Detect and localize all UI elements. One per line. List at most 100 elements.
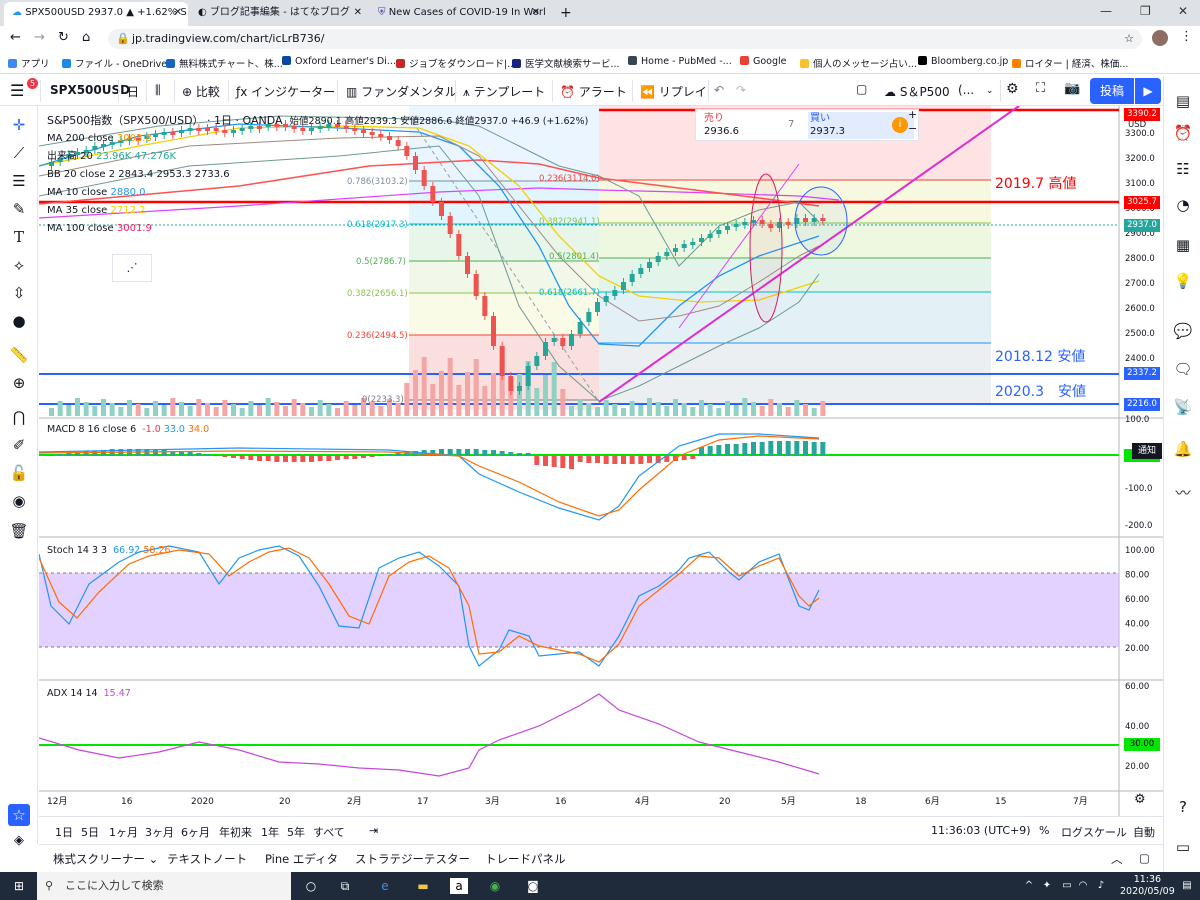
browser-menu-icon[interactable]: ⋮ — [1180, 29, 1193, 44]
browser-tab-tradingview[interactable]: ☁ SPX500USD 2937.0 ▲ +1.62% S ✕ — [4, 2, 188, 26]
watchlist-icon[interactable]: ▤ — [1172, 90, 1194, 112]
plus-qty-icon[interactable]: + — [908, 108, 917, 121]
templates-button[interactable]: ⩚ テンプレート — [463, 83, 545, 100]
range-all[interactable]: すべて — [313, 824, 345, 840]
range-5d[interactable]: 5日 — [81, 824, 99, 840]
messages-icon[interactable]: 🗨 — [1172, 358, 1194, 380]
edge-browser-icon[interactable]: e — [376, 878, 394, 894]
profile-avatar[interactable] — [1152, 30, 1168, 46]
text-tool-icon[interactable]: T — [8, 226, 30, 248]
legend-ma100[interactable]: MA 100 close 3001.9 — [47, 220, 588, 238]
close-tab-icon[interactable]: ✕ — [174, 2, 182, 24]
horizontal-lines-icon[interactable]: ☰ — [8, 170, 30, 192]
tray-dropbox-icon[interactable]: ✦ — [1038, 878, 1056, 894]
magnet-icon[interactable]: ⋂ — [8, 406, 30, 428]
browser-tab-covid[interactable]: ⛨ New Cases of COVID-19 In Worl ✕ — [370, 2, 546, 26]
bookmark-reuters[interactable]: ロイター | 経済、株価... — [1012, 56, 1128, 70]
range-1y[interactable]: 1年 — [261, 824, 279, 840]
time-axis[interactable]: 12月 16 2020 20 2月 17 3月 16 4月 20 5月 18 6月 15 7月 — [47, 796, 1088, 807]
tab-text-notes[interactable]: テキストノート — [167, 851, 247, 867]
macd-pane[interactable] — [38, 433, 1119, 521]
data-window-icon[interactable]: ☷ — [1172, 158, 1194, 180]
back-arrow-icon[interactable]: ← — [10, 30, 21, 45]
circle-icon[interactable]: ● — [8, 310, 30, 332]
sell-button[interactable]: 売り 2936.6 — [704, 112, 739, 138]
zoom-in-icon[interactable]: ⊕ — [8, 372, 30, 394]
streams-icon[interactable]: 📡 — [1172, 396, 1194, 418]
chevron-down-icon[interactable]: ⌄ — [986, 86, 994, 96]
fullscreen-square-icon[interactable]: ▢ — [856, 82, 867, 96]
task-view-icon[interactable]: ⧉ — [336, 878, 354, 894]
restore-icon[interactable]: ❐ — [1140, 4, 1151, 18]
home-icon[interactable]: ⌂ — [82, 30, 90, 45]
menu-icon[interactable]: ☰ — [10, 81, 24, 100]
crosshair-icon[interactable]: ✛ — [8, 114, 30, 136]
log-scale-toggle[interactable]: ログスケール — [1061, 824, 1127, 840]
post-idea-button[interactable]: 投稿 — [1090, 78, 1134, 104]
minimize-icon[interactable]: — — [1100, 4, 1112, 18]
legend-ma200[interactable]: MA 200 close 3003.8 — [47, 130, 588, 148]
minus-qty-icon[interactable]: − — [908, 122, 917, 135]
compare-button[interactable]: ⊕ 比較 — [182, 83, 220, 100]
indicators-button[interactable]: ƒx インジケーター — [236, 83, 335, 100]
legend-volume[interactable]: 出来高 20 23.96K 47.276K — [47, 148, 588, 166]
browser-tab-hatena[interactable]: ◐ ブログ記事編集 - はてなブログ ✕ — [190, 2, 368, 26]
alert-button[interactable]: ⏰ アラート — [560, 83, 627, 100]
range-3m[interactable]: 3ヶ月 — [145, 824, 174, 840]
settings-gear-icon[interactable]: ⚙ — [1006, 81, 1019, 97]
bookmark-stock-chart[interactable]: 無料株式チャート、株... — [166, 56, 283, 70]
candle-style-icon[interactable]: ⫼ — [155, 83, 161, 98]
calendar-icon[interactable]: ▦ — [1172, 234, 1194, 256]
macd-legend[interactable]: MACD 8 16 close 6 -1.0 33.0 34.0 — [47, 424, 209, 435]
tab-stock-screener[interactable]: 株式スクリーナー ⌄ — [53, 851, 158, 867]
legend-ma10[interactable]: MA 10 close 2880.0 — [47, 184, 588, 202]
publish-play-icon[interactable]: ▶ — [1135, 78, 1161, 104]
bookmark-medical[interactable]: 医学文献検索サービ... — [512, 56, 620, 70]
legend-ma35[interactable]: MA 35 close 2712.2 — [47, 202, 588, 220]
low-2018-annotation[interactable]: 2018.12 安値 — [995, 346, 1085, 366]
file-explorer-icon[interactable]: ▬ — [414, 878, 432, 894]
bookmark-fortune[interactable]: 個人のメッセージ占い... — [800, 56, 917, 70]
chat-icon[interactable]: 💬 — [1172, 320, 1194, 342]
favorites-star-icon[interactable]: ☆ — [8, 804, 30, 826]
stoch-pane[interactable] — [38, 545, 1119, 667]
tab-strategy-tester[interactable]: ストラテジーテスター — [355, 851, 470, 867]
bookmark-google[interactable]: Google — [740, 56, 787, 67]
bookmark-star-icon[interactable]: ☆ — [1124, 29, 1134, 49]
alarm-icon[interactable]: ⏰ — [1172, 122, 1194, 144]
camera-app-icon[interactable]: ◙ — [524, 878, 542, 894]
bookmark-pubmed[interactable]: Home - PubMed -... — [628, 56, 732, 67]
forward-arrow-icon[interactable]: → — [34, 30, 45, 45]
new-tab-button[interactable]: + — [552, 2, 574, 26]
range-ytd[interactable]: 年初来 — [219, 824, 252, 840]
cortana-circle-icon[interactable]: ○ — [302, 878, 320, 894]
draw-tool-float-icon[interactable]: ⋰ — [112, 254, 152, 282]
adx-legend[interactable]: ADX 14 14 15.47 — [47, 688, 131, 699]
legend-title[interactable]: S&P500指数（SPX500/USD） · 1日 · OANDA 始値2890… — [47, 112, 588, 130]
windows-start-icon[interactable]: ⊞ — [10, 878, 28, 894]
tray-volume-icon[interactable]: ♪ — [1092, 878, 1110, 894]
adx-pane[interactable] — [38, 693, 1119, 777]
chevron-up-icon[interactable]: ︿ — [1111, 851, 1123, 867]
lock-icon[interactable]: 🔓 — [8, 462, 30, 484]
interval-button[interactable]: 日 — [127, 83, 139, 100]
maximize-panel-icon[interactable]: ▢ — [1139, 851, 1150, 865]
range-1d[interactable]: 1日 — [55, 824, 73, 840]
tray-wifi-icon[interactable]: ◠ — [1074, 878, 1092, 894]
window-close-icon[interactable]: ✕ — [1178, 4, 1188, 18]
undo-icon[interactable]: ↶ — [714, 83, 724, 97]
low-2020-annotation[interactable]: 2020.3 安値 — [995, 381, 1086, 401]
tray-up-chevron-icon[interactable]: ^ — [1020, 878, 1038, 894]
high-2019-annotation[interactable]: 2019.7 高値 — [995, 173, 1076, 193]
amazon-icon[interactable]: a — [450, 878, 468, 894]
auto-scale-toggle[interactable]: 自動 — [1133, 824, 1155, 840]
redo-icon[interactable]: ↷ — [736, 83, 746, 97]
lock-drawings-icon[interactable]: ✐ — [8, 434, 30, 456]
bookmark-jobs[interactable]: ジョブをダウンロード|... — [396, 56, 516, 70]
help-icon[interactable]: ? — [1172, 796, 1194, 818]
tab-pine-editor[interactable]: Pine エディタ — [265, 851, 338, 867]
bookmark-oxford[interactable]: Oxford Learner's Di... — [282, 56, 396, 67]
goto-date-icon[interactable]: ⇥ — [369, 824, 378, 837]
range-1m[interactable]: 1ヶ月 — [109, 824, 138, 840]
bookmark-bloomberg[interactable]: Bloomberg.co.jp — [918, 56, 1008, 67]
